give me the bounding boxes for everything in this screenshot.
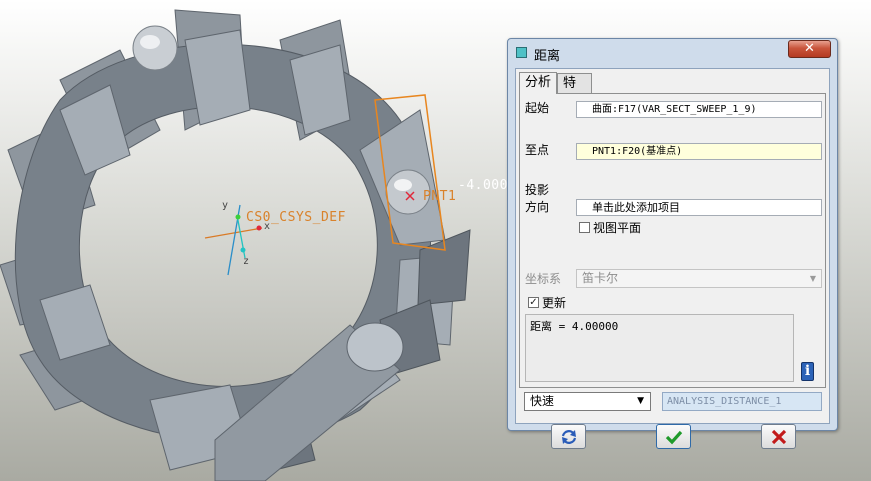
ok-button[interactable] bbox=[656, 424, 691, 449]
analysis-mode-value: 快速 bbox=[530, 394, 555, 408]
result-text: 距离 = 4.00000 bbox=[530, 320, 619, 333]
projection-label: 投影 bbox=[525, 183, 550, 197]
tab-feature[interactable]: 特征 bbox=[557, 73, 592, 110]
from-label: 起始 bbox=[525, 101, 550, 115]
update-checkbox[interactable]: ✓ bbox=[528, 297, 539, 308]
dialog-app-icon bbox=[516, 47, 527, 58]
chevron-down-icon: ▼ bbox=[809, 274, 816, 283]
dialog-titlebar[interactable]: 距离 ✕ bbox=[508, 39, 837, 67]
view-plane-checkbox[interactable] bbox=[579, 222, 590, 233]
analysis-name-field[interactable]: ANALYSIS_DISTANCE_1 bbox=[662, 392, 822, 411]
repeat-icon bbox=[561, 430, 577, 444]
csys-type-value: 笛卡尔 bbox=[582, 271, 619, 285]
info-icon[interactable]: i bbox=[801, 362, 814, 381]
dialog-title: 距离 bbox=[534, 49, 561, 64]
axis-y-label: y bbox=[222, 200, 229, 211]
check-mark-icon: ✓ bbox=[529, 297, 538, 308]
dialog-client: 分析 特征 起始 曲面:F17(VAR_SECT_SWEEP_1_9) 至点 P… bbox=[515, 68, 830, 449]
chevron-down-icon: ▼ bbox=[637, 396, 644, 406]
analysis-mode-select[interactable]: 快速 ▼ bbox=[524, 392, 651, 411]
direction-label: 方向 bbox=[525, 200, 550, 214]
from-field[interactable]: 曲面:F17(VAR_SECT_SWEEP_1_9) bbox=[576, 101, 822, 118]
analysis-panel: 起始 曲面:F17(VAR_SECT_SWEEP_1_9) 至点 PNT1:F2… bbox=[519, 93, 826, 388]
repeat-button[interactable] bbox=[551, 424, 586, 449]
result-box: 距离 = 4.00000 bbox=[525, 314, 794, 382]
update-label: 更新 bbox=[542, 296, 567, 310]
check-icon bbox=[665, 430, 683, 445]
distance-label: -4.000 bbox=[458, 178, 508, 193]
csys-type-label: 坐标系 bbox=[525, 272, 562, 286]
axis-x-label: x bbox=[264, 221, 271, 232]
close-button[interactable]: ✕ bbox=[788, 40, 831, 58]
close-icon: ✕ bbox=[804, 41, 815, 56]
cancel-button[interactable] bbox=[761, 424, 796, 449]
projection-field[interactable]: 单击此处添加项目 bbox=[576, 199, 822, 216]
to-label: 至点 bbox=[525, 143, 550, 157]
csys-type-select[interactable]: 笛卡尔 ▼ bbox=[576, 269, 822, 288]
view-plane-label: 视图平面 bbox=[593, 221, 642, 235]
axis-z-label: z bbox=[243, 256, 250, 267]
cross-icon bbox=[771, 429, 787, 445]
csys-label: CS0_CSYS_DEF bbox=[246, 210, 346, 225]
tab-analysis[interactable]: 分析 bbox=[519, 72, 557, 94]
distance-dialog: 距离 ✕ 分析 特征 起始 曲面:F17(VAR_SECT_SWEEP_1_9)… bbox=[507, 38, 838, 449]
to-field[interactable]: PNT1:F20(基准点) bbox=[576, 143, 822, 160]
point-label: PNT1 bbox=[423, 189, 457, 204]
